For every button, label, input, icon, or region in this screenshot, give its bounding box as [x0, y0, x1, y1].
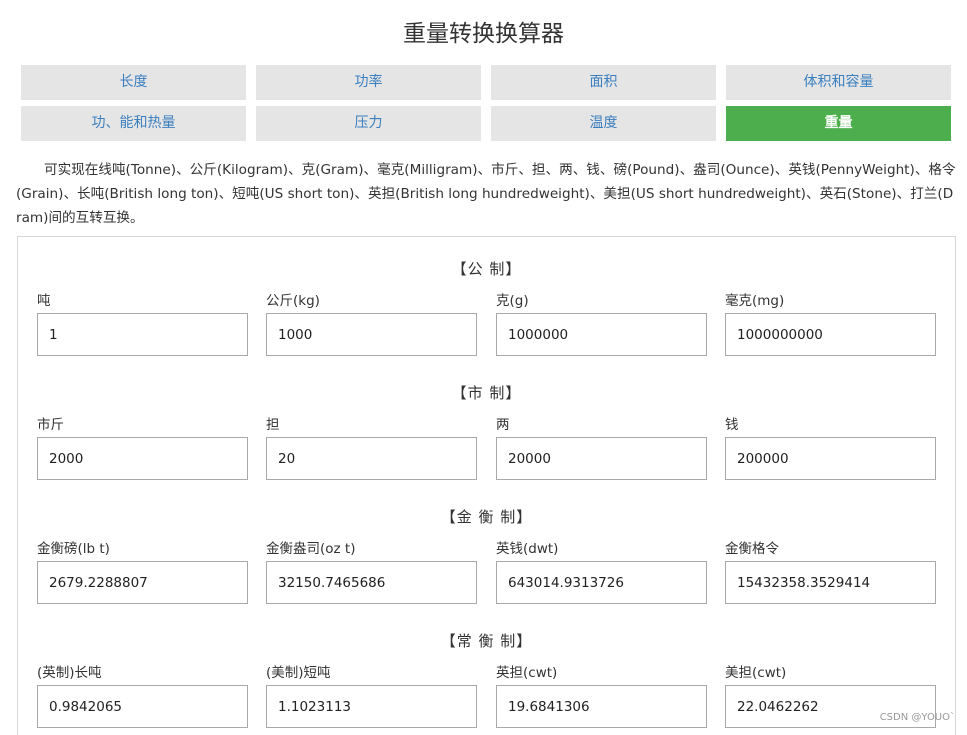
troy-grain-input[interactable]	[725, 561, 936, 604]
page-title: 重量转换换算器	[403, 21, 564, 47]
field-label: 美担(cwt)	[725, 665, 787, 681]
field-label: 担	[266, 417, 280, 433]
field-label: (英制)长吨	[37, 665, 102, 681]
section-title-chinese: 【市 制】	[451, 384, 522, 402]
long-hundredweight-input[interactable]	[496, 685, 707, 728]
field-label: 金衡盎司(oz t)	[266, 541, 356, 557]
troy-ounce-input[interactable]	[266, 561, 477, 604]
tab-power[interactable]: 功率	[256, 65, 481, 100]
field-label: 毫克(mg)	[725, 293, 785, 309]
tab-length[interactable]: 长度	[21, 65, 246, 100]
pennyweight-input[interactable]	[496, 561, 707, 604]
watermark: CSDN @YOUO`	[879, 712, 955, 723]
tab-area[interactable]: 面积	[491, 65, 716, 100]
tab-pressure[interactable]: 压力	[256, 106, 481, 141]
short-ton-input[interactable]	[266, 685, 477, 728]
field-label: 金衡磅(lb t)	[37, 541, 110, 557]
field-label: 英担(cwt)	[496, 665, 558, 681]
field-label: (美制)短吨	[266, 665, 331, 681]
field-label: 钱	[725, 417, 739, 433]
liang-input[interactable]	[496, 437, 707, 480]
section-title-troy: 【金 衡 制】	[440, 508, 533, 526]
tab-weight[interactable]: 重量	[726, 106, 951, 141]
kilogram-input[interactable]	[266, 313, 477, 356]
tonne-input[interactable]	[37, 313, 248, 356]
tab-energy[interactable]: 功、能和热量	[21, 106, 246, 141]
qian-input[interactable]	[725, 437, 936, 480]
field-label: 金衡格令	[725, 541, 779, 557]
field-label: 克(g)	[496, 293, 529, 309]
field-label: 市斤	[37, 417, 64, 433]
jin-input[interactable]	[37, 437, 248, 480]
field-label: 吨	[37, 293, 51, 309]
troy-pound-input[interactable]	[37, 561, 248, 604]
field-label: 公斤(kg)	[266, 293, 320, 309]
section-title-metric: 【公 制】	[451, 260, 522, 278]
converter-nav: 长度 功率 面积 体积和容量 功、能和热量 压力 温度 重量	[21, 65, 951, 141]
long-ton-input[interactable]	[37, 685, 248, 728]
field-label: 英钱(dwt)	[496, 541, 559, 557]
description: 可实现在线吨(Tonne)、公斤(Kilogram)、克(Gram)、毫克(Mi…	[16, 162, 956, 226]
tab-volume[interactable]: 体积和容量	[726, 65, 951, 100]
field-label: 两	[496, 417, 510, 433]
milligram-input[interactable]	[725, 313, 936, 356]
tab-temperature[interactable]: 温度	[491, 106, 716, 141]
gram-input[interactable]	[496, 313, 707, 356]
section-title-avoirdupois: 【常 衡 制】	[440, 632, 533, 650]
converter-panel: 【公 制】 吨 公斤(kg) 克(g) 毫克(mg) 【市 制】 市斤 担 两 …	[17, 236, 956, 735]
dan-input[interactable]	[266, 437, 477, 480]
